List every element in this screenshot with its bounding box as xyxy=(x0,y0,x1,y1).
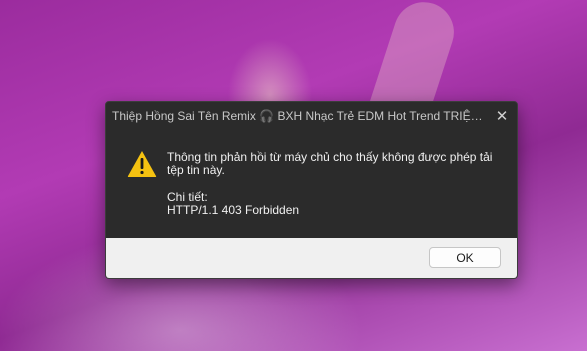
error-details: Chi tiết: HTTP/1.1 403 Forbidden xyxy=(167,191,299,217)
dialog-content: Thông tin phản hồi từ máy chủ cho thấy k… xyxy=(106,129,517,237)
close-button[interactable]: ✕ xyxy=(487,102,517,129)
error-message: Thông tin phản hồi từ máy chủ cho thấy k… xyxy=(167,150,493,177)
dialog-titlebar: Thiệp Hồng Sai Tên Remix 🎧 BXH Nhạc Trẻ … xyxy=(106,102,517,129)
dialog-footer: OK xyxy=(106,238,517,278)
ok-button[interactable]: OK xyxy=(429,247,501,268)
warning-icon xyxy=(127,151,157,177)
dialog-title: Thiệp Hồng Sai Tên Remix 🎧 BXH Nhạc Trẻ … xyxy=(112,108,487,123)
details-value: HTTP/1.1 403 Forbidden xyxy=(167,203,300,217)
error-dialog: Thiệp Hồng Sai Tên Remix 🎧 BXH Nhạc Trẻ … xyxy=(105,101,518,279)
